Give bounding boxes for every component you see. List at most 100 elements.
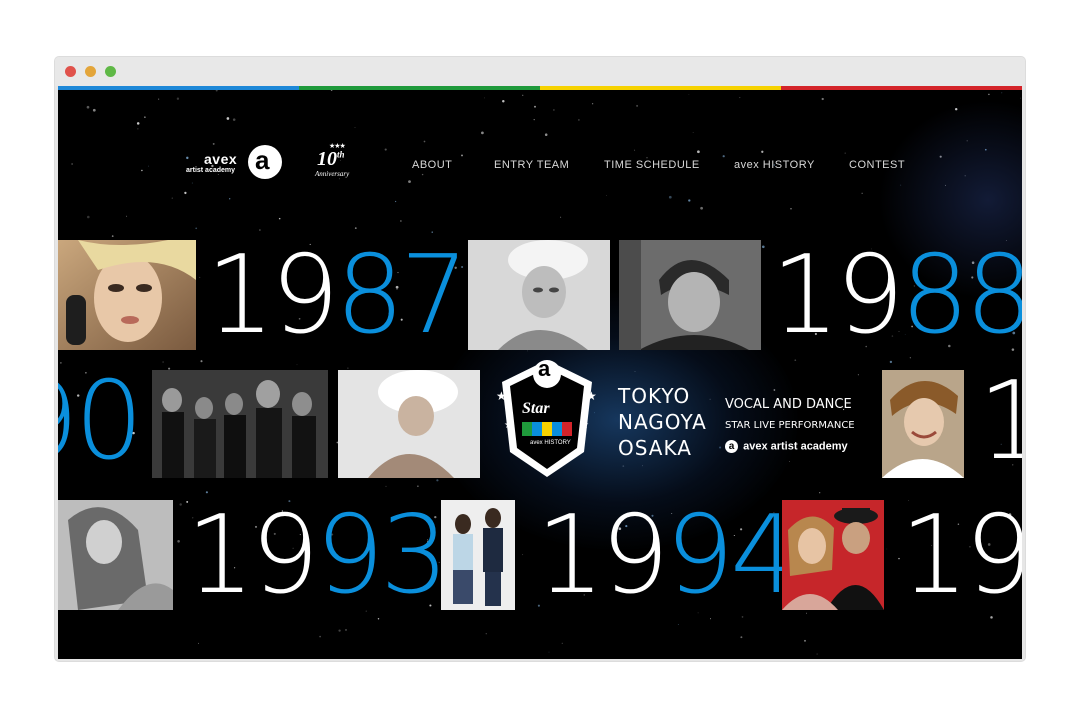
nav-entry-team[interactable]: ENTRY TEAM <box>494 159 569 171</box>
artist-photo[interactable] <box>782 500 884 610</box>
star-dot <box>417 485 419 487</box>
star-dot <box>636 104 639 107</box>
star-dot <box>789 461 791 462</box>
star-dot <box>198 642 199 644</box>
star-dot <box>195 227 198 230</box>
star-dot <box>668 195 672 199</box>
star-dot <box>215 90 218 92</box>
year-label: 1988 <box>771 242 1022 350</box>
year-suffix: 93 <box>315 493 448 618</box>
artist-photo-image <box>441 500 515 610</box>
emblem-word: Star <box>522 400 550 417</box>
nav-avex-history[interactable]: avex HISTORY <box>734 159 815 171</box>
logo-brand-text: avex <box>204 151 238 167</box>
nav-contest[interactable]: CONTEST <box>849 159 905 171</box>
star-dot <box>857 374 859 376</box>
svg-text:★: ★ <box>586 389 597 403</box>
star-dot <box>141 169 143 172</box>
star-dot <box>226 117 230 120</box>
star-dot <box>1020 97 1021 99</box>
star-dot <box>354 127 356 128</box>
logo-a-mark: a <box>255 145 270 175</box>
star-dot <box>436 479 439 482</box>
star-dot <box>794 359 797 362</box>
brand-text: avex artist academy <box>743 440 848 453</box>
artist-photo[interactable] <box>338 370 480 478</box>
star-dot <box>200 360 203 363</box>
star-dot <box>692 131 694 133</box>
year-label: 1 <box>978 368 1022 476</box>
artist-photo[interactable] <box>152 370 328 478</box>
star-dot <box>534 105 536 108</box>
star-dot <box>377 618 380 620</box>
artist-photo-image <box>782 500 884 610</box>
star-dot <box>634 149 636 151</box>
star-dot <box>461 154 463 157</box>
10th-anniversary-logo: ★★★ 10th Anniversary <box>313 142 353 182</box>
svg-text:★: ★ <box>580 420 589 431</box>
star-dot <box>345 628 347 631</box>
star-dot <box>385 485 387 487</box>
star-dot <box>137 128 139 130</box>
year-suffix: 87 <box>335 233 468 358</box>
minimize-window-button[interactable] <box>85 66 96 77</box>
artist-photo[interactable] <box>882 370 964 478</box>
year-suffix: 88 <box>900 233 1022 358</box>
star-dot <box>162 361 164 363</box>
star-dot <box>87 215 90 219</box>
star-dot <box>806 612 807 614</box>
star-dot <box>578 119 580 121</box>
year-prefix: 1 <box>978 359 1022 484</box>
year-suffix: 94 <box>665 493 798 618</box>
nav-about[interactable]: ABOUT <box>412 159 452 171</box>
star-dot <box>338 629 341 632</box>
star-dot <box>819 492 821 494</box>
artist-photo[interactable] <box>441 500 515 610</box>
artist-photo[interactable] <box>619 240 761 350</box>
artist-photo-image <box>619 240 761 350</box>
year-prefix: 19 <box>771 233 904 358</box>
star-dot <box>561 642 563 644</box>
a-star-history-emblem[interactable]: ★ ★ ★ ★ a Star avex HISTORY <box>492 352 602 482</box>
artist-photo-image <box>468 240 610 350</box>
star-dot <box>761 150 764 153</box>
star-dot <box>816 653 818 655</box>
artist-photo[interactable] <box>58 500 173 610</box>
city-tokyo: TOKYO <box>618 384 691 408</box>
star-dot <box>988 93 990 96</box>
star-dot <box>177 540 180 543</box>
star-dot <box>697 150 700 154</box>
star-dot <box>199 276 201 278</box>
anniversary-number: 10th <box>317 148 345 170</box>
year-label: 90 <box>58 368 143 476</box>
star-dot <box>421 173 424 176</box>
year-label: 19 <box>900 502 1022 610</box>
year-prefix: 19 <box>206 233 339 358</box>
artist-photo[interactable] <box>468 240 610 350</box>
star-dot <box>171 197 173 199</box>
artist-photo[interactable] <box>58 240 196 350</box>
year-label: 1987 <box>206 242 469 350</box>
star-dot <box>296 364 298 366</box>
year-suffix: 90 <box>58 359 143 484</box>
star-dot <box>485 633 487 635</box>
avex-artist-academy-logo[interactable]: avex artist academy a <box>186 145 286 185</box>
year-prefix: 19 <box>186 493 319 618</box>
star-dot <box>86 105 90 109</box>
artist-photo-image <box>338 370 480 478</box>
star-dot <box>740 636 743 639</box>
logo-a-badge: a <box>248 145 282 179</box>
star-dot <box>710 618 711 620</box>
star-dot <box>761 245 765 249</box>
promo-tagline-star-live: STAR LIVE PERFORMANCE <box>725 420 855 431</box>
star-dot <box>844 152 846 154</box>
avex-artist-academy-brand: a avex artist academy <box>725 436 848 453</box>
artist-photo-image <box>58 500 173 610</box>
star-dot <box>560 216 562 218</box>
star-dot <box>126 215 128 217</box>
star-dot <box>179 503 182 506</box>
nav-time-schedule[interactable]: TIME SCHEDULE <box>604 159 700 171</box>
star-dot <box>423 140 426 143</box>
zoom-window-button[interactable] <box>105 66 116 77</box>
close-window-button[interactable] <box>65 66 76 77</box>
